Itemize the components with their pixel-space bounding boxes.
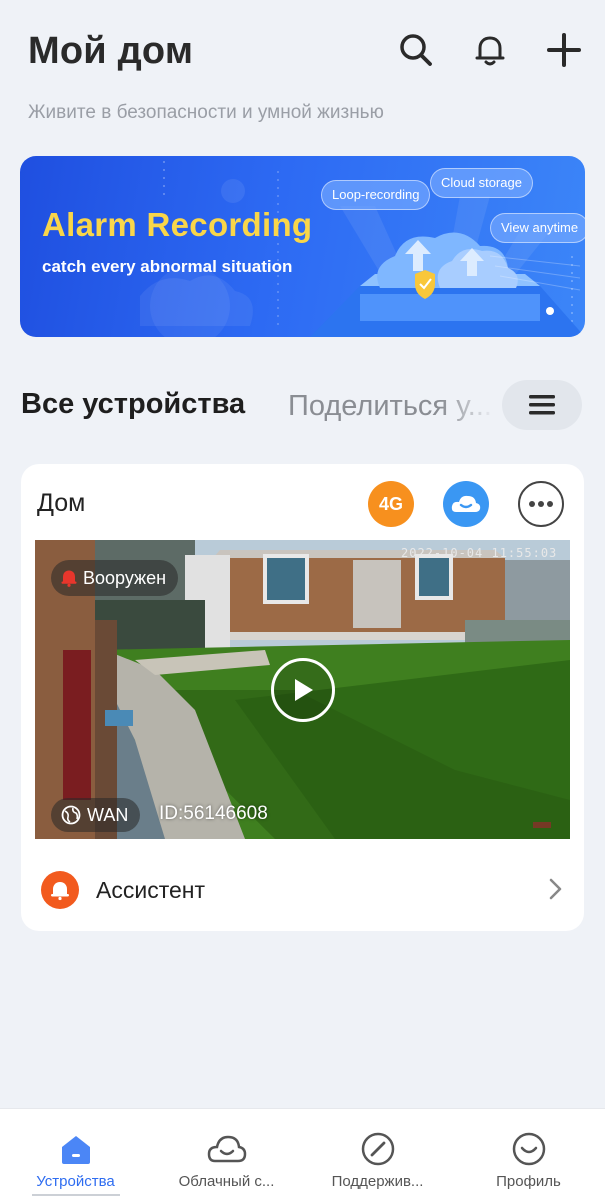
nav-label-cloud: Облачный с... [178, 1173, 275, 1190]
armed-status-label: Вооружен [83, 567, 167, 588]
hamburger-menu-icon[interactable] [502, 380, 582, 430]
banner-pill-loop-recording: Loop-recording [321, 180, 431, 210]
cloud-icon[interactable] [443, 481, 489, 527]
play-icon[interactable] [271, 658, 335, 722]
camera-preview[interactable]: 2022-10-04 11:55:03 Вооружен WAN ID:5614… [35, 540, 570, 839]
nav-item-support[interactable]: Поддержив... [302, 1109, 453, 1200]
armed-status-badge[interactable]: Вооружен [51, 560, 179, 596]
search-icon[interactable] [396, 30, 436, 70]
device-id: ID:56146608 [159, 803, 268, 824]
carousel-indicator[interactable] [546, 307, 554, 315]
4g-badge[interactable]: 4G [368, 481, 414, 527]
header: Мой дом Живите в безопасности и умной жи… [0, 0, 605, 140]
device-name: Дом [37, 489, 86, 517]
device-card: Дом 4G 2022-10-04 11:55:03 Вооружен WAN … [21, 464, 584, 931]
all-devices-tab[interactable]: Все устройства [21, 388, 245, 421]
globe-icon [61, 805, 81, 825]
assistant-label: Ассистент [96, 877, 205, 903]
nav-label-profile: Профиль [496, 1173, 561, 1190]
bottom-nav: Устройства Облачный с... Поддержив... Пр… [0, 1108, 605, 1200]
page-subtitle: Живите в безопасности и умной жизнью [28, 102, 384, 123]
assistant-icon [41, 871, 79, 909]
profile-icon [512, 1131, 546, 1167]
plus-icon[interactable] [544, 30, 584, 70]
assistant-row[interactable]: Ассистент [21, 854, 584, 924]
chevron-right-icon [549, 878, 562, 900]
support-icon [361, 1131, 395, 1167]
cloud-outline-icon [207, 1131, 247, 1167]
page-title: Мой дом [28, 30, 194, 72]
home-icon [59, 1131, 93, 1167]
network-badge: WAN [51, 798, 141, 832]
bell-icon[interactable] [470, 30, 510, 70]
active-tab-indicator [32, 1194, 120, 1196]
camera-timestamp: 2022-10-04 11:55:03 [401, 546, 558, 560]
tab-fade-overlay [440, 386, 510, 430]
promo-banner[interactable]: Alarm Recording catch every abnormal sit… [20, 156, 585, 337]
more-horizontal-icon[interactable] [518, 481, 564, 527]
network-label: WAN [87, 804, 129, 825]
nav-item-profile[interactable]: Профиль [453, 1109, 604, 1200]
banner-pill-cloud-storage: Cloud storage [430, 168, 533, 198]
nav-label-devices: Устройства [36, 1173, 115, 1190]
banner-subtitle: catch every abnormal situation [42, 257, 293, 276]
nav-label-support: Поддержив... [331, 1173, 424, 1190]
banner-pill-view-anytime: View anytime [490, 213, 585, 243]
alarm-bell-icon [61, 570, 77, 587]
banner-title: Alarm Recording [42, 206, 313, 243]
nav-item-devices[interactable]: Устройства [0, 1109, 151, 1200]
nav-item-cloud[interactable]: Облачный с... [151, 1109, 302, 1200]
